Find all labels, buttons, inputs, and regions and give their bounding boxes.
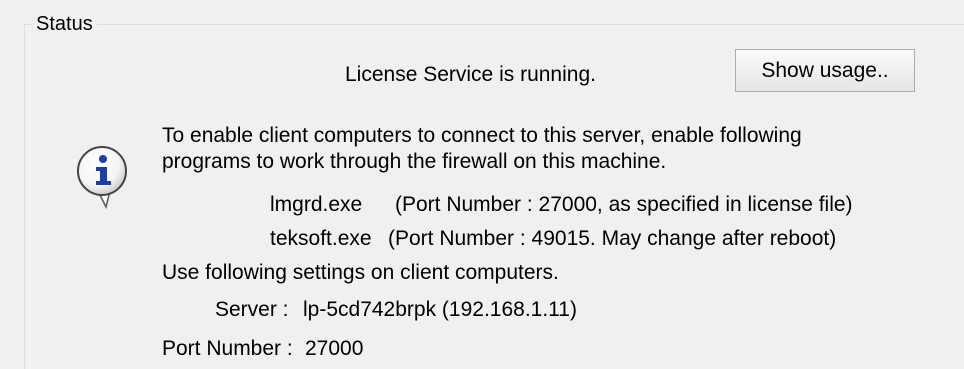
- program-detail: (Port Number : 49015. May change after r…: [388, 227, 837, 250]
- service-status-text: License Service is running.: [345, 63, 596, 86]
- firewall-instruction-line2: programs to work through the firewall on…: [162, 150, 667, 173]
- program-detail: (Port Number : 27000, as specified in li…: [395, 193, 853, 216]
- client-settings-intro: Use following settings on client compute…: [162, 261, 559, 284]
- port-number-value: 27000: [305, 337, 364, 360]
- info-icon: [77, 146, 127, 210]
- port-number-label: Port Number :: [162, 337, 293, 360]
- status-group-title: Status: [32, 12, 97, 36]
- program-name: teksoft.exe: [270, 227, 372, 250]
- show-usage-button[interactable]: Show usage..: [735, 49, 915, 92]
- program-name: lmgrd.exe: [270, 193, 363, 216]
- server-value: lp-5cd742brpk (192.168.1.11): [303, 298, 577, 321]
- firewall-instruction-line1: To enable client computers to connect to…: [162, 124, 802, 147]
- server-label: Server :: [215, 298, 289, 321]
